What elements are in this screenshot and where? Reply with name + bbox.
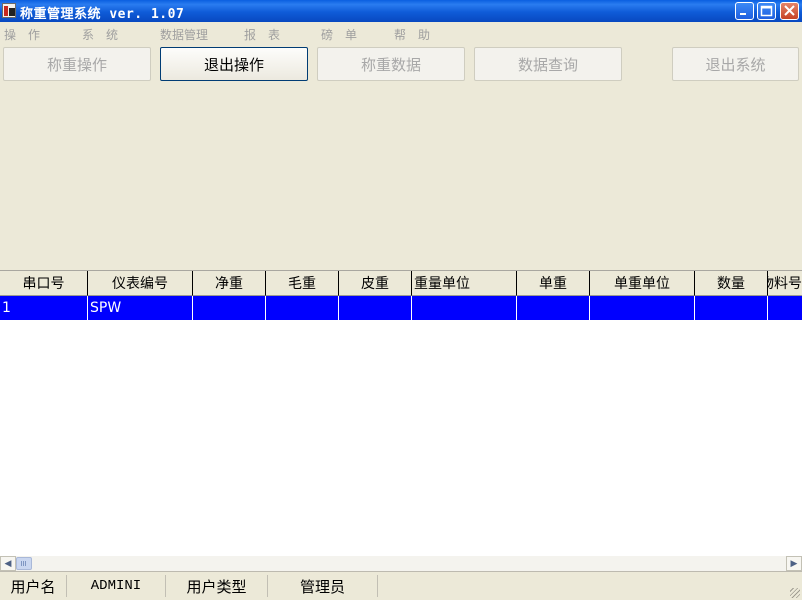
weigh-data-button[interactable]: 称重数据 [317, 47, 465, 81]
table-cell[interactable] [590, 296, 695, 321]
app-icon[interactable] [2, 3, 16, 18]
arrow-right-icon: ▶ [790, 558, 798, 569]
column-header[interactable]: 仪表编号 [88, 271, 193, 296]
status-type-value: 管理员 [268, 575, 378, 597]
column-header[interactable]: 毛重 [266, 271, 339, 296]
arrow-left-icon: ◀ [4, 558, 12, 569]
scroll-left-button[interactable]: ◀ [0, 556, 16, 571]
title-bar[interactable]: 称重管理系统 ver. 1.07 [0, 0, 802, 22]
column-header[interactable]: 皮重 [339, 271, 412, 296]
toolbar: 称重操作 退出操作 称重数据 数据查询 退出系统 [0, 44, 802, 86]
table-cell[interactable] [517, 296, 590, 321]
status-user-label: 用户名 [0, 575, 67, 597]
column-header[interactable]: 物料号 [768, 271, 802, 296]
weigh-operation-button[interactable]: 称重操作 [3, 47, 151, 81]
close-button[interactable] [780, 2, 799, 20]
table-cell[interactable] [266, 296, 339, 321]
close-icon [784, 5, 795, 16]
table-cell[interactable] [695, 296, 768, 321]
menu-help[interactable]: 帮 助 [394, 26, 430, 43]
column-header[interactable]: 单重单位 [590, 271, 695, 296]
status-type-label: 用户类型 [166, 575, 268, 597]
menu-reports[interactable]: 报 表 [244, 26, 280, 43]
resize-grip-icon[interactable] [790, 588, 800, 598]
minimize-icon [740, 13, 746, 15]
grid-header: 串口号 仪表编号 净重 毛重 皮重 重量单位 单重 单重单位 数量 物料号 [0, 271, 802, 296]
menu-bar: 操 作 系 统 数据管理 报 表 磅 单 帮 助 [0, 22, 802, 44]
scroll-thumb[interactable] [16, 557, 32, 570]
table-cell[interactable] [193, 296, 266, 321]
column-header[interactable]: 净重 [193, 271, 266, 296]
column-header[interactable]: 单重 [517, 271, 590, 296]
table-row[interactable]: 1 SPW [0, 296, 802, 321]
scroll-right-button[interactable]: ▶ [786, 556, 802, 571]
maximize-button[interactable] [757, 2, 776, 20]
menu-data-management[interactable]: 数据管理 [160, 26, 208, 43]
table-cell[interactable] [339, 296, 412, 321]
window-title: 称重管理系统 ver. 1.07 [20, 7, 185, 22]
maximize-icon [760, 5, 773, 17]
column-header[interactable]: 重量单位 [412, 271, 517, 296]
minimize-button[interactable] [735, 2, 754, 20]
upper-panel [0, 86, 802, 270]
table-cell[interactable]: SPW [88, 296, 193, 321]
data-query-button[interactable]: 数据查询 [474, 47, 622, 81]
column-header[interactable]: 数量 [695, 271, 768, 296]
exit-system-button[interactable]: 退出系统 [672, 47, 799, 81]
status-bar: 用户名 ADMINI 用户类型 管理员 [0, 571, 802, 600]
menu-weigh-ticket[interactable]: 磅 单 [321, 26, 357, 43]
menu-system[interactable]: 系 统 [82, 26, 118, 43]
status-user-value: ADMINI [67, 575, 166, 597]
table-cell[interactable] [412, 296, 517, 321]
column-header[interactable]: 串口号 [0, 271, 88, 296]
horizontal-scrollbar[interactable]: ◀ ▶ [0, 556, 802, 571]
menu-operate[interactable]: 操 作 [4, 26, 40, 43]
table-cell[interactable] [768, 296, 802, 321]
table-cell[interactable]: 1 [0, 296, 88, 321]
data-grid[interactable]: 串口号 仪表编号 净重 毛重 皮重 重量单位 单重 单重单位 数量 物料号 1 … [0, 270, 802, 557]
exit-operation-button[interactable]: 退出操作 [160, 47, 308, 81]
